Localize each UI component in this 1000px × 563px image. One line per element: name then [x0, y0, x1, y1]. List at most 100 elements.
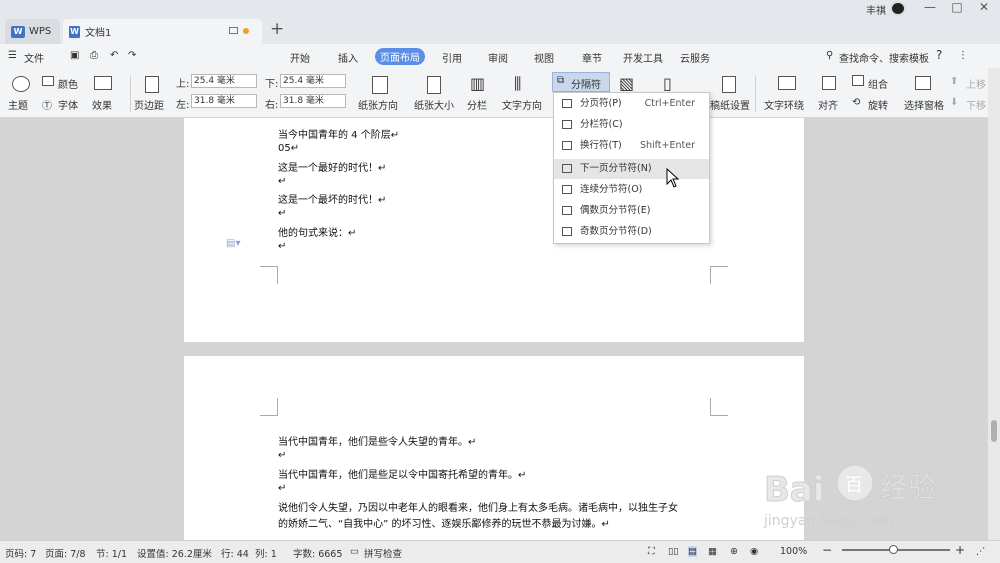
zoom-in-button[interactable]: + — [955, 543, 965, 557]
status-words[interactable]: 字数: 6665 — [293, 546, 342, 560]
align-icon[interactable] — [822, 76, 836, 90]
outline-view-icon[interactable]: ▦ — [708, 546, 717, 557]
size-icon[interactable] — [427, 76, 441, 94]
file-menu[interactable]: 文件 — [24, 50, 44, 65]
rotate-icon[interactable]: ⟲ — [852, 97, 860, 108]
select-pane-icon[interactable] — [915, 76, 931, 90]
background-icon[interactable]: ▯ — [663, 74, 672, 93]
top-margin-input[interactable]: 25.4 毫米 — [191, 74, 257, 88]
save-icon[interactable]: ▣ — [70, 50, 79, 61]
resize-grip-icon[interactable]: ⋰ — [976, 546, 986, 557]
tab-wps[interactable]: W WPS — [5, 19, 60, 44]
avatar[interactable] — [890, 1, 906, 16]
scrollbar-thumb[interactable] — [991, 420, 997, 442]
tab-page-layout[interactable]: 页面布局 — [375, 48, 425, 65]
zoom-slider-knob[interactable] — [889, 545, 898, 554]
bottom-margin-input[interactable]: 25.4 毫米 — [280, 74, 346, 88]
menu-item-next-page-section[interactable]: 下一页分节符(N) — [554, 159, 709, 179]
menu-item-column-break[interactable]: 分栏符(C) — [554, 115, 709, 135]
tab-insert[interactable]: 插入 — [338, 50, 358, 65]
print-icon[interactable]: ⎙ — [90, 50, 98, 61]
reading-view-icon[interactable]: ▯▯ — [668, 546, 678, 557]
theme-icon[interactable] — [12, 76, 30, 92]
columns-button[interactable]: 分栏 — [467, 97, 487, 112]
monitor-icon[interactable] — [229, 27, 238, 34]
menu-item-even-page-section[interactable]: 偶数页分节符(E) — [554, 201, 709, 221]
tab-start[interactable]: 开始 — [290, 50, 310, 65]
columns-icon[interactable]: ▥ — [470, 74, 485, 93]
left-margin-input[interactable]: 31.8 毫米 — [191, 94, 257, 108]
status-col[interactable]: 列: 1 — [255, 546, 277, 560]
breaks-button[interactable]: ⧉ 分隔符 — [552, 72, 610, 92]
vertical-scrollbar[interactable] — [988, 68, 1000, 540]
size-button[interactable]: 纸张大小 — [414, 97, 454, 112]
status-page-no[interactable]: 页码: 7 — [5, 546, 36, 560]
page-view-icon[interactable]: ▤ — [688, 546, 697, 557]
wrap-button[interactable]: 文字环绕 — [764, 97, 804, 112]
wrap-icon[interactable] — [778, 76, 796, 90]
orientation-icon[interactable] — [372, 76, 388, 94]
color-button[interactable]: 颜色 — [58, 76, 78, 91]
tab-references[interactable]: 引用 — [442, 50, 462, 65]
group-icon[interactable] — [852, 75, 864, 86]
tab-document[interactable]: W 文档1 — [63, 19, 262, 44]
spell-check-icon[interactable]: ▭ — [350, 546, 359, 557]
search-icon[interactable]: ⚲ — [826, 50, 833, 61]
align-button[interactable]: 对齐 — [818, 97, 838, 112]
spell-check-button[interactable]: 拼写检查 — [364, 546, 402, 560]
move-up-icon[interactable]: ⬆ — [950, 76, 958, 87]
new-tab-button[interactable]: + — [270, 19, 284, 39]
status-section[interactable]: 节: 1/1 — [96, 546, 127, 560]
effect-button[interactable]: 效果 — [92, 97, 112, 112]
eye-protect-icon[interactable]: ◉ — [750, 546, 758, 557]
manuscript-button[interactable]: 稿纸设置 — [710, 97, 750, 112]
margin-button[interactable]: 页边距 — [134, 97, 164, 112]
effect-icon[interactable] — [94, 76, 112, 90]
group-button[interactable]: 组合 — [868, 76, 888, 91]
tab-chapter[interactable]: 章节 — [582, 50, 602, 65]
right-margin-input[interactable]: 31.8 毫米 — [280, 94, 346, 108]
menu-item-page-break[interactable]: 分页符(P) Ctrl+Enter — [554, 94, 709, 114]
text-direction-icon[interactable]: ⫼ — [514, 74, 521, 94]
user-name[interactable]: 丰祺 — [866, 2, 886, 17]
tab-review[interactable]: 审阅 — [488, 50, 508, 65]
orientation-button[interactable]: 纸张方向 — [358, 97, 398, 112]
tab-view[interactable]: 视图 — [534, 50, 554, 65]
close-button[interactable]: ✕ — [974, 0, 994, 14]
status-page[interactable]: 页面: 7/8 — [45, 546, 86, 560]
menu-item-continuous-section[interactable]: 连续分节符(O) — [554, 180, 709, 200]
theme-button[interactable]: 主题 — [8, 97, 28, 112]
web-view-icon[interactable]: ⊕ — [730, 546, 738, 557]
color-icon[interactable] — [42, 76, 54, 86]
font-icon[interactable]: Ⓣ — [42, 97, 52, 112]
margin-icon[interactable] — [145, 76, 159, 93]
status-setting[interactable]: 设置值: 26.2厘米 — [137, 546, 212, 560]
paragraph-layout-icon[interactable]: ▤▾ — [226, 238, 240, 249]
zoom-out-button[interactable]: − — [822, 543, 832, 557]
text-direction-button[interactable]: 文字方向 — [502, 97, 542, 112]
tab-developer[interactable]: 开发工具 — [623, 50, 663, 65]
minimize-button[interactable]: — — [920, 0, 940, 14]
search-command[interactable]: 查找命令、搜索模板 — [839, 50, 929, 65]
manuscript-icon[interactable] — [722, 76, 736, 93]
rotate-button[interactable]: 旋转 — [868, 97, 888, 112]
redo-icon[interactable]: ↷ — [128, 50, 136, 61]
move-up-button[interactable]: 上移 — [966, 76, 986, 91]
maximize-button[interactable]: □ — [947, 0, 967, 14]
font-button[interactable]: 字体 — [58, 97, 78, 112]
undo-icon[interactable]: ↶ — [110, 50, 118, 61]
fullscreen-icon[interactable]: ⛶ — [648, 546, 655, 557]
help-icon[interactable]: ? — [936, 48, 942, 62]
tab-cloud[interactable]: 云服务 — [680, 50, 710, 65]
status-row[interactable]: 行: 44 — [221, 546, 249, 560]
more-icon[interactable]: ⋮ — [958, 50, 968, 61]
linenum-icon[interactable]: ▧ — [619, 74, 634, 93]
zoom-level[interactable]: 100% — [780, 546, 807, 557]
select-pane-button[interactable]: 选择窗格 — [904, 97, 944, 112]
menu-item-line-break[interactable]: 换行符(T) Shift+Enter — [554, 136, 709, 156]
menu-item-odd-page-section[interactable]: 奇数页分节符(D) — [554, 222, 709, 242]
page-1[interactable]: 当今中国青年的 4 个阶层↵ 05↵ 这是一个最好的时代！↵ ↵ 这是一个最坏的… — [184, 118, 804, 342]
move-down-icon[interactable]: ⬇ — [950, 97, 958, 108]
move-down-button[interactable]: 下移 — [966, 97, 986, 112]
page-2[interactable]: 当代中国青年，他们是些令人失望的青年。↵ ↵ 当代中国青年，他们是些足以令中国寄… — [184, 356, 804, 540]
